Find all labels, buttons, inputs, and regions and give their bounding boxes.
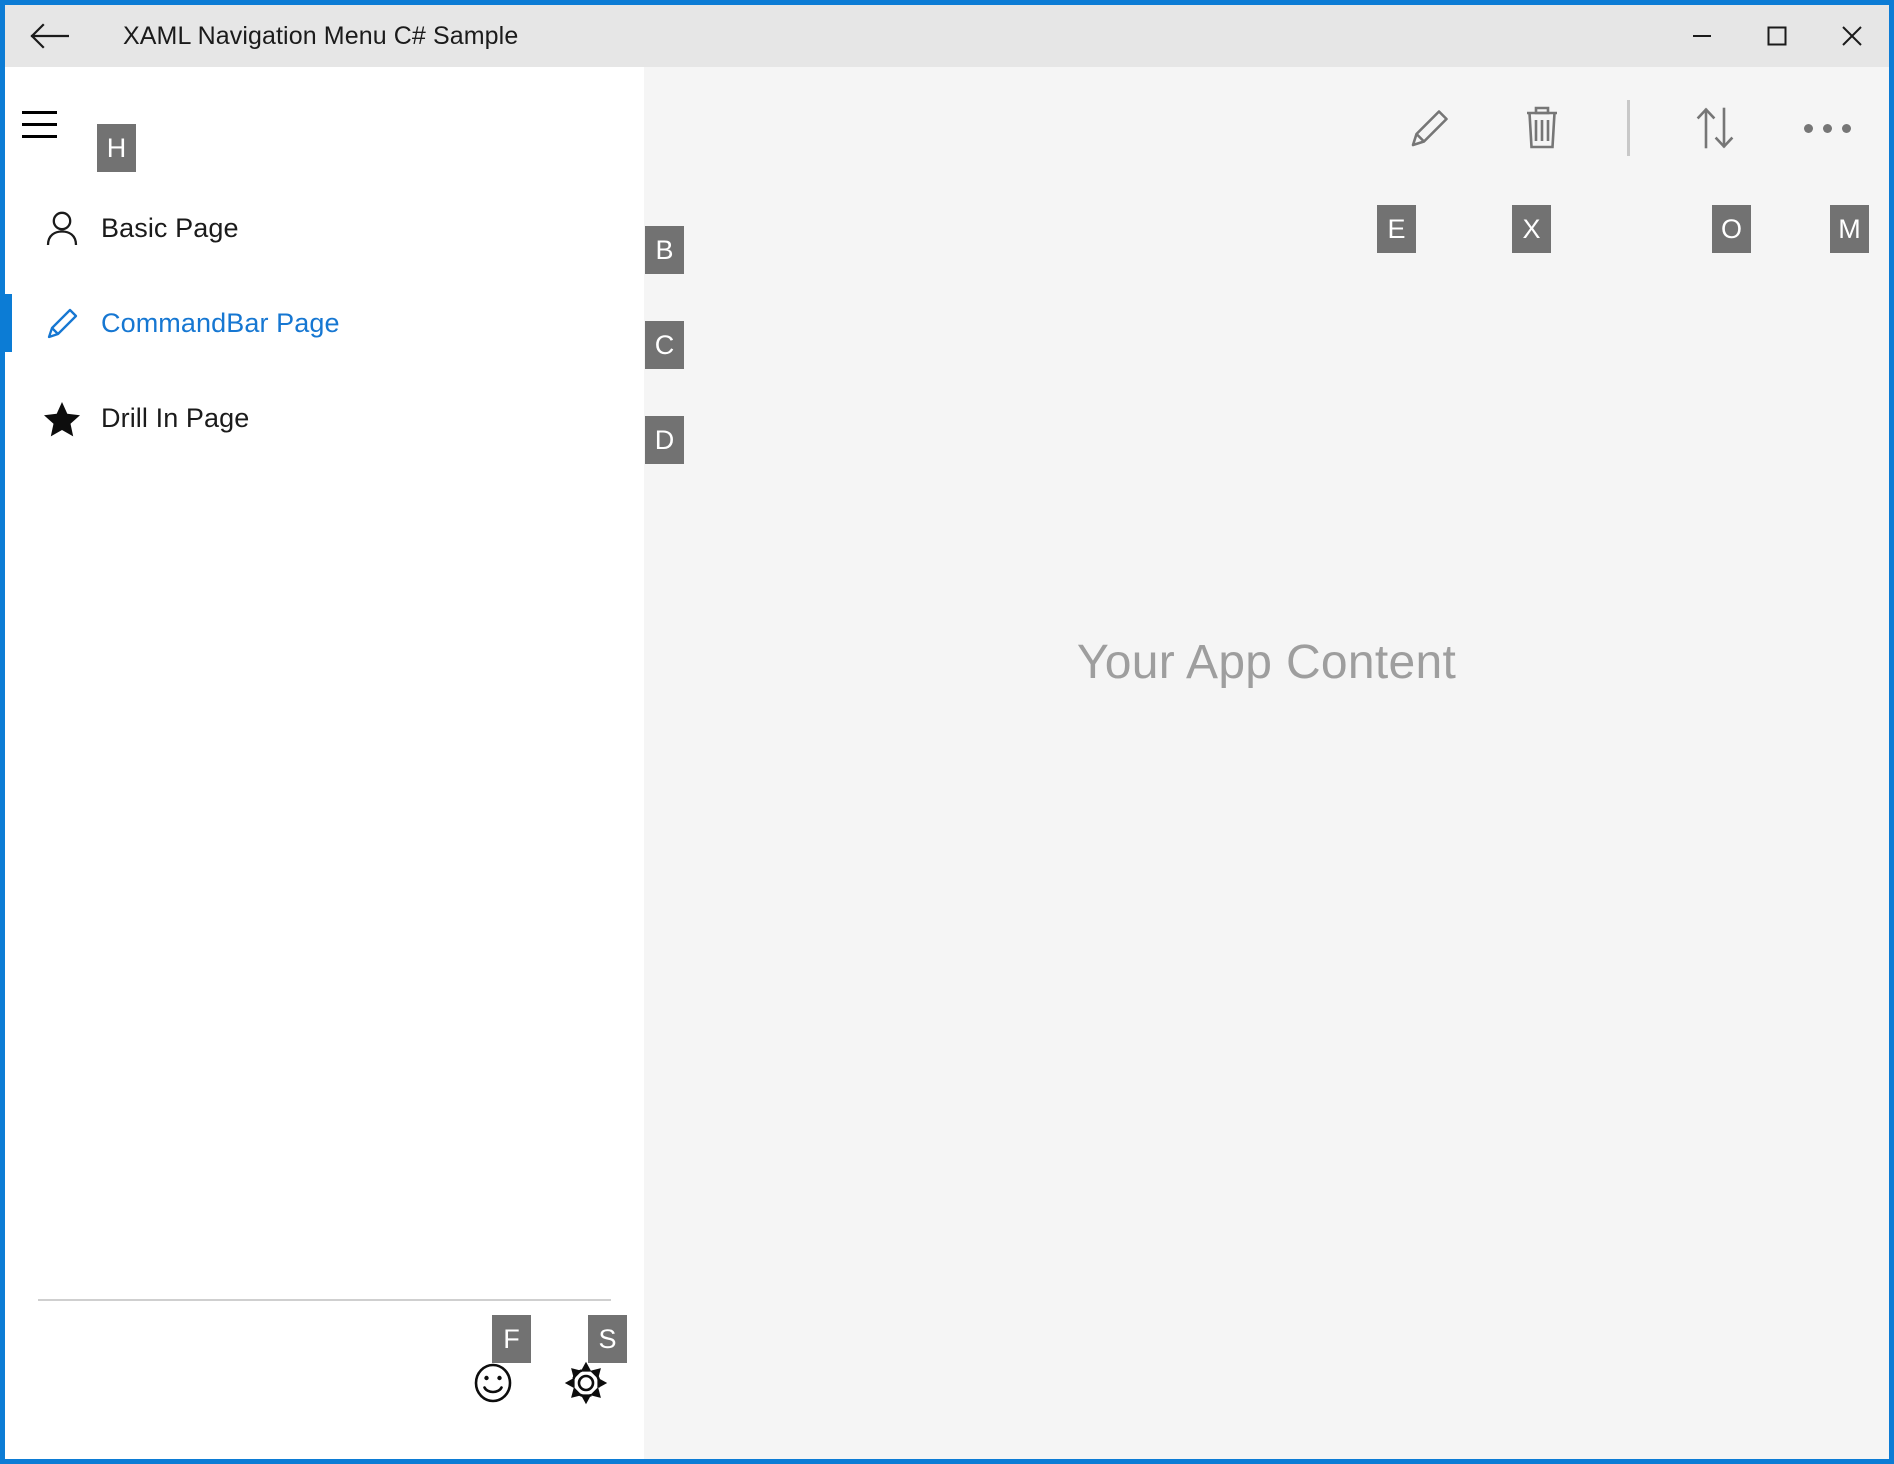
- hamburger-icon: [22, 111, 84, 138]
- sidebar-item-drill-in-page[interactable]: Drill In Page: [5, 371, 644, 466]
- navigation-pane: Basic Page CommandBar Page: [5, 67, 644, 1459]
- minimize-button[interactable]: [1664, 5, 1739, 67]
- access-key-badge-edit: E: [1377, 205, 1416, 253]
- close-button[interactable]: [1814, 5, 1889, 67]
- nav-pane-footer: [5, 1345, 644, 1421]
- access-key-badge-delete: X: [1512, 205, 1551, 253]
- sort-button[interactable]: [1659, 67, 1771, 189]
- ellipsis-icon: [1842, 124, 1851, 133]
- person-icon: [22, 208, 101, 250]
- sidebar-item-label: Drill In Page: [101, 403, 249, 434]
- minimize-icon: [1689, 23, 1715, 49]
- sidebar-item-label: Basic Page: [101, 213, 239, 244]
- nav-pane-separator: [38, 1299, 611, 1301]
- ellipsis-icon: [1823, 124, 1832, 133]
- content-pane: Your App Content: [644, 67, 1889, 1459]
- access-key-badge-settings: S: [588, 1315, 627, 1363]
- smiley-icon: [471, 1361, 515, 1405]
- sidebar-item-label: CommandBar Page: [101, 308, 340, 339]
- pencil-icon: [1404, 102, 1456, 154]
- window-title: XAML Navigation Menu C# Sample: [93, 22, 1664, 51]
- command-bar: [1374, 67, 1889, 189]
- access-key-badge-hamburger: H: [97, 124, 136, 172]
- trash-icon: [1517, 102, 1567, 154]
- sort-arrows-icon: [1691, 102, 1739, 154]
- selection-indicator: [5, 389, 12, 447]
- app-window: XAML Navigation Menu C# Sample: [0, 0, 1894, 1464]
- command-bar-separator: [1627, 100, 1630, 156]
- content-placeholder-text: Your App Content: [644, 635, 1889, 690]
- maximize-icon: [1764, 23, 1790, 49]
- more-button[interactable]: [1771, 67, 1883, 189]
- title-bar: XAML Navigation Menu C# Sample: [5, 5, 1889, 67]
- star-icon: [22, 398, 101, 440]
- access-key-badge-drill-in-page: D: [645, 416, 684, 464]
- access-key-badge-commandbar-page: C: [645, 321, 684, 369]
- access-key-badge-feedback: F: [492, 1315, 531, 1363]
- close-icon: [1838, 22, 1866, 50]
- delete-button[interactable]: [1486, 67, 1598, 189]
- back-button[interactable]: [5, 5, 93, 67]
- selection-indicator: [5, 294, 12, 352]
- access-key-badge-more: M: [1830, 205, 1869, 253]
- access-key-badge-sort: O: [1712, 205, 1751, 253]
- selection-indicator: [5, 199, 12, 257]
- sidebar-item-commandbar-page[interactable]: CommandBar Page: [5, 276, 644, 371]
- ellipsis-icon: [1804, 124, 1813, 133]
- maximize-button[interactable]: [1739, 5, 1814, 67]
- gear-icon: [563, 1360, 609, 1406]
- back-arrow-icon: [29, 22, 69, 50]
- pencil-icon: [22, 303, 101, 345]
- sidebar-item-basic-page[interactable]: Basic Page: [5, 181, 644, 276]
- body-area: Basic Page CommandBar Page: [5, 67, 1889, 1459]
- access-key-badge-basic-page: B: [645, 226, 684, 274]
- edit-button[interactable]: [1374, 67, 1486, 189]
